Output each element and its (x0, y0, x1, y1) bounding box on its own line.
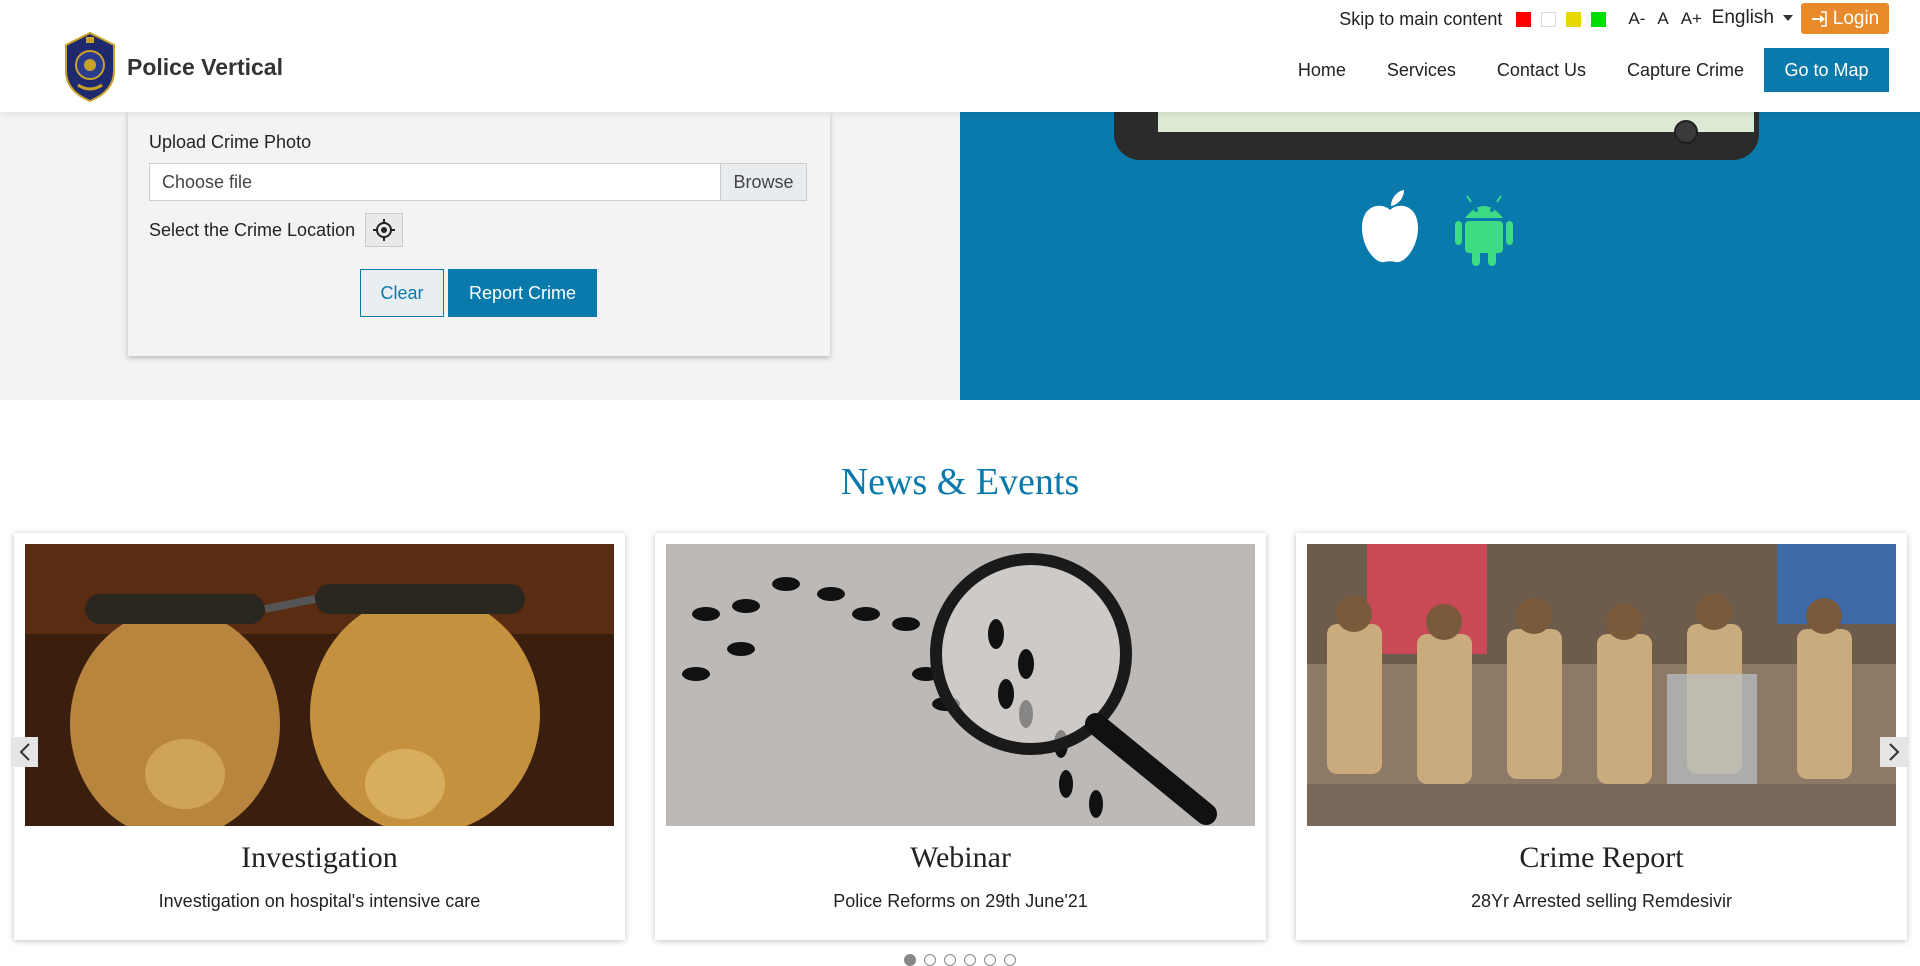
android-app-icon[interactable] (1453, 192, 1515, 268)
news-card[interactable]: Webinar Police Reforms on 29th June'21 (655, 533, 1266, 940)
carousel-dot[interactable] (964, 954, 976, 966)
clear-button[interactable]: Clear (360, 269, 444, 317)
font-decrease-button[interactable]: A- (1628, 9, 1645, 29)
tablet-home-button (1674, 120, 1698, 144)
news-card-title: Investigation (241, 841, 398, 874)
main-nav: Home Services Contact Us Capture Crime G… (1298, 48, 1889, 92)
accessibility-bar: Skip to main content A- A A+ (1339, 6, 1702, 32)
select-location-button[interactable] (365, 213, 403, 247)
file-input[interactable]: Choose file Browse (149, 163, 807, 201)
handcuffs-image (25, 544, 614, 826)
news-card-title: Webinar (910, 841, 1011, 874)
crime-report-form: Upload Crime Photo Choose file Browse Se… (128, 112, 830, 356)
chevron-down-icon (1783, 15, 1793, 21)
news-card-description: Police Reforms on 29th June'21 (833, 891, 1088, 911)
green-theme-swatch[interactable] (1591, 11, 1607, 27)
skip-to-content-link[interactable]: Skip to main content (1339, 9, 1502, 30)
site-header: Police Vertical Skip to main content A- … (0, 0, 1920, 112)
yellow-theme-swatch[interactable] (1566, 11, 1582, 27)
language-dropdown[interactable]: English (1712, 7, 1793, 29)
carousel-pagination (904, 954, 1024, 966)
news-card[interactable]: Investigation Investigation on hospital'… (14, 533, 625, 940)
nav-services[interactable]: Services (1387, 60, 1456, 81)
go-to-map-button[interactable]: Go to Map (1764, 48, 1889, 92)
carousel-dot[interactable] (904, 954, 916, 966)
carousel-next-button[interactable] (1880, 737, 1907, 767)
file-placeholder: Choose file (162, 172, 253, 192)
brand[interactable]: Police Vertical (62, 31, 283, 103)
carousel-dot[interactable] (944, 954, 956, 966)
police-emblem-icon (65, 31, 115, 103)
news-card-description: Investigation on hospital's intensive ca… (158, 891, 481, 911)
red-theme-swatch[interactable] (1516, 11, 1532, 27)
nav-home[interactable]: Home (1298, 60, 1346, 81)
login-label: Login (1832, 7, 1880, 29)
login-button[interactable]: Login (1801, 3, 1889, 34)
police-officers-image (1307, 544, 1896, 826)
footprints-magnifier-image (666, 544, 1255, 826)
carousel-prev-button[interactable] (11, 737, 38, 767)
browse-button[interactable]: Browse (720, 164, 806, 200)
brand-name: Police Vertical (127, 53, 283, 80)
report-crime-button[interactable]: Report Crime (448, 269, 597, 317)
font-reset-button[interactable]: A (1657, 9, 1668, 29)
white-theme-swatch[interactable] (1541, 11, 1557, 27)
nav-capture-crime[interactable]: Capture Crime (1627, 60, 1744, 81)
sign-in-icon (1811, 10, 1827, 27)
carousel-dot[interactable] (1004, 954, 1016, 966)
news-card-title: Crime Report (1519, 841, 1684, 874)
app-promo-panel (960, 92, 1920, 400)
upload-label: Upload Crime Photo (149, 132, 312, 152)
nav-contact-us[interactable]: Contact Us (1497, 60, 1586, 81)
language-label: English (1711, 7, 1774, 28)
chevron-right-icon (1888, 743, 1899, 761)
crosshair-icon (373, 219, 395, 241)
news-card[interactable]: Crime Report 28Yr Arrested selling Remde… (1296, 533, 1907, 940)
apple-app-store-icon[interactable] (1358, 188, 1422, 266)
location-label: Select the Crime Location (149, 220, 356, 240)
news-card-description: 28Yr Arrested selling Remdesivir (1470, 891, 1733, 911)
chevron-left-icon (19, 743, 30, 761)
font-increase-button[interactable]: A+ (1681, 9, 1702, 29)
news-section-title: News & Events (840, 461, 1080, 503)
carousel-dot[interactable] (924, 954, 936, 966)
carousel-dot[interactable] (984, 954, 996, 966)
